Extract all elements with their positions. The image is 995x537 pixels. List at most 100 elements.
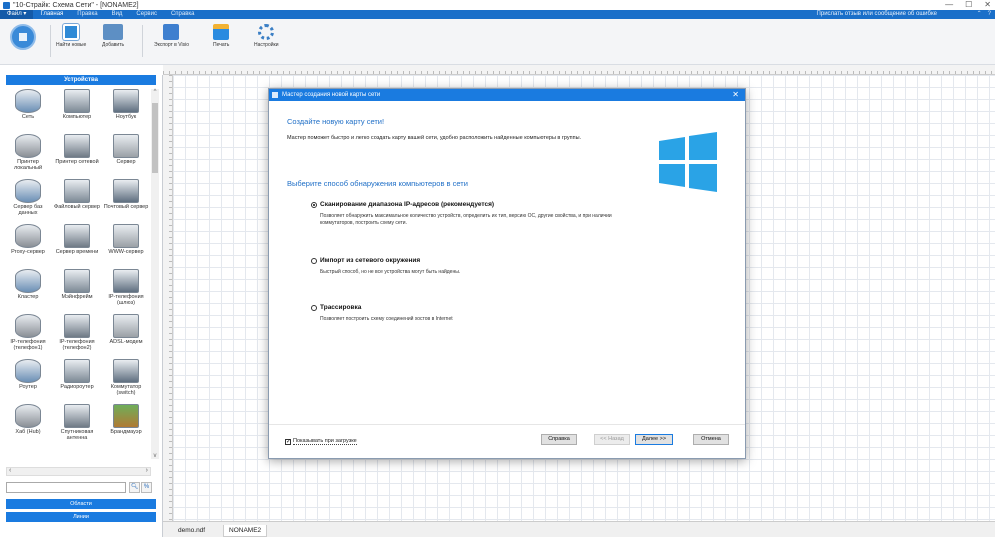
device-search-input[interactable] xyxy=(6,482,126,493)
settings-icon xyxy=(258,24,275,40)
hub-icon xyxy=(15,404,41,428)
device-wireless-router[interactable]: Радиороутер xyxy=(53,359,101,403)
doc-tab-demo[interactable]: demo.ndf xyxy=(173,525,210,537)
device-label: Радиороутер xyxy=(60,384,94,390)
device-label: IP-телефония (телефон1) xyxy=(10,339,46,351)
device-label: ADSL-модем xyxy=(109,339,143,345)
print-button[interactable]: Печать xyxy=(213,24,229,48)
traceroute-radio[interactable] xyxy=(311,304,317,311)
device-mainframe[interactable]: Мэйнфрейм xyxy=(53,269,101,313)
show-on-startup[interactable]: ✓ Показывать при загрузке xyxy=(285,438,357,445)
device-ip-phone1[interactable]: IP-телефония (телефон1) xyxy=(4,314,52,358)
option-description: Позволяет построить схему соединений хос… xyxy=(320,316,453,322)
ip-gateway-icon xyxy=(113,269,139,293)
option-network-import[interactable]: Импорт из сетевого окружения Быстрый спо… xyxy=(311,257,620,276)
add-button[interactable]: Добавить xyxy=(102,24,124,48)
window-controls: — ☐ ✕ xyxy=(945,0,991,10)
lines-tab[interactable]: Линии xyxy=(6,512,156,522)
device-mail-server[interactable]: Почтовый сервер xyxy=(102,179,150,223)
menu-help[interactable]: Справка xyxy=(164,10,202,19)
device-server[interactable]: Сервер xyxy=(102,134,150,178)
time-server-icon xyxy=(64,224,90,248)
device-time-server[interactable]: Сервер времени xyxy=(53,224,101,268)
network-import-radio[interactable] xyxy=(311,257,317,264)
horizontal-ruler xyxy=(163,65,995,75)
close-window-button[interactable]: ✕ xyxy=(984,0,991,10)
scroll-left-arrow-icon[interactable]: ‹ xyxy=(9,467,11,474)
cancel-button[interactable]: Отмена xyxy=(693,434,729,445)
discovery-method-heading: Выберите способ обнаружения компьютеров … xyxy=(287,179,468,188)
app-menu-logo-icon[interactable] xyxy=(10,24,36,50)
scroll-thumb[interactable] xyxy=(152,103,158,173)
device-ip-gateway[interactable]: IP-телефония (шлюз) xyxy=(102,269,150,313)
new-map-wizard-dialog: Мастер создания новой карты сети ✕ Созда… xyxy=(268,88,746,459)
option-ip-scan[interactable]: Сканирование диапазона IP-адресов (реком… xyxy=(311,201,620,227)
device-adsl-modem[interactable]: ADSL-модем xyxy=(102,314,150,358)
menu-file[interactable]: Файл ▾ xyxy=(0,10,34,19)
menu-home[interactable]: Главная xyxy=(33,10,70,19)
device-local-printer[interactable]: Принтер локальный xyxy=(4,134,52,178)
visio-export-button[interactable]: Экспорт в Visio xyxy=(154,24,189,48)
option-title: Сканирование диапазона IP-адресов (реком… xyxy=(320,201,495,208)
device-www-server[interactable]: WWW-сервер xyxy=(102,224,150,268)
device-switch[interactable]: Коммутатор (switch) xyxy=(102,359,150,403)
menu-edit[interactable]: Правка xyxy=(70,10,104,19)
collapse-ribbon-icon[interactable]: ⌃ xyxy=(977,10,982,19)
help-button[interactable]: Справка xyxy=(541,434,577,445)
device-network-printer[interactable]: Принтер сетевой xyxy=(53,134,101,178)
device-cluster[interactable]: Кластер xyxy=(4,269,52,313)
option-traceroute[interactable]: Трассировка Позволяет построить схему со… xyxy=(311,304,620,323)
find-new-icon xyxy=(63,24,80,40)
ip-scan-radio[interactable] xyxy=(311,201,317,208)
device-laptop[interactable]: Ноутбук xyxy=(102,89,150,133)
switch-icon xyxy=(113,359,139,383)
menu-service[interactable]: Сервис xyxy=(129,10,164,19)
ip-phone2-icon xyxy=(64,314,90,338)
device-label: WWW-сервер xyxy=(108,249,144,255)
device-router[interactable]: Роутер xyxy=(4,359,52,403)
windows-network-logo-icon xyxy=(659,132,717,192)
show-on-startup-checkbox[interactable]: ✓ xyxy=(285,438,291,445)
device-proxy-server[interactable]: Proxy-сервер xyxy=(4,224,52,268)
settings-button[interactable]: Настройки xyxy=(254,24,279,48)
document-tabs: demo.ndf NONAME2 xyxy=(163,521,995,537)
next-button[interactable]: Далее >> xyxy=(635,434,673,445)
device-label: Ноутбук xyxy=(115,114,137,120)
device-label: Мэйнфрейм xyxy=(61,294,93,300)
find-new-button[interactable]: Найти новые xyxy=(56,24,86,48)
devices-panel-header: Устройства xyxy=(6,75,156,85)
device-computer[interactable]: Компьютер xyxy=(53,89,101,133)
doc-tab-noname2[interactable]: NONAME2 xyxy=(223,525,268,537)
menu-view[interactable]: Вид xyxy=(105,10,130,19)
scroll-right-arrow-icon[interactable]: › xyxy=(146,467,148,474)
maximize-button[interactable]: ☐ xyxy=(965,0,972,10)
option-title: Трассировка xyxy=(320,304,362,311)
minimize-button[interactable]: — xyxy=(945,0,953,10)
feedback-link[interactable]: Прислать отзыв или сообщение об ошибке xyxy=(817,10,937,19)
device-database-server[interactable]: Сервер баз данных xyxy=(4,179,52,223)
search-options-icon[interactable]: % xyxy=(141,482,152,493)
device-file-server[interactable]: Файловый сервер xyxy=(53,179,101,223)
close-icon[interactable]: ✕ xyxy=(732,89,739,101)
device-hub[interactable]: Хаб (Hub) xyxy=(4,404,52,448)
device-firewall[interactable]: Брандмауэр xyxy=(102,404,150,448)
mail-server-icon xyxy=(113,179,139,203)
device-network[interactable]: Сеть xyxy=(4,89,52,133)
dialog-app-icon xyxy=(272,92,278,98)
devices-horizontal-scrollbar[interactable]: ‹ › xyxy=(6,467,151,476)
wireless-router-icon xyxy=(64,359,90,383)
device-ip-phone2[interactable]: IP-телефония (телефон2) xyxy=(53,314,101,358)
scroll-up-arrow-icon[interactable]: ^ xyxy=(151,89,159,95)
areas-tab[interactable]: Области xyxy=(6,499,156,509)
mainframe-icon xyxy=(64,269,90,293)
devices-panel: Устройства Сеть Компьютер Ноутбук Принтер л… xyxy=(0,75,163,537)
device-satellite-dish[interactable]: Спутниковая антенна xyxy=(53,404,101,448)
help-icon[interactable]: ? xyxy=(988,10,991,19)
scroll-down-arrow-icon[interactable]: v xyxy=(151,453,159,459)
www-server-icon xyxy=(113,224,139,248)
wizard-intro-text: Мастер поможет быстро и легко создать ка… xyxy=(287,135,582,141)
devices-vertical-scrollbar[interactable]: ^ v xyxy=(151,89,159,459)
back-button[interactable]: << Назад xyxy=(594,434,630,445)
search-icon[interactable]: 🔍︎ xyxy=(129,482,140,493)
vertical-ruler xyxy=(163,75,173,521)
